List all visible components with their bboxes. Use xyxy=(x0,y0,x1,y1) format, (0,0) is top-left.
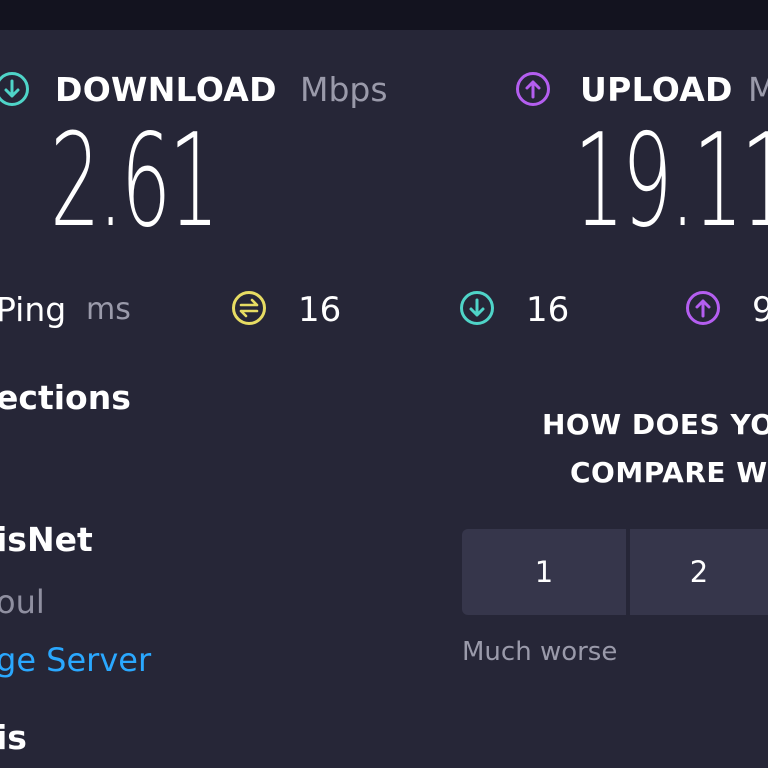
ping-download-value: 16 xyxy=(526,290,570,330)
top-bar xyxy=(0,0,768,30)
ping-idle-icon xyxy=(232,291,266,325)
download-unit: Mbps xyxy=(300,70,388,109)
upload-label: UPLOAD xyxy=(580,70,733,109)
server-location: oul xyxy=(0,583,45,621)
ping-upload-value: 9 xyxy=(752,290,768,330)
rating-caption-much-worse: Much worse xyxy=(462,637,618,667)
isp-name: isNet xyxy=(0,520,93,559)
compare-title-line2: COMPARE W xyxy=(570,456,768,489)
arrow-down-circle-icon xyxy=(0,72,29,106)
ping-idle-value: 16 xyxy=(298,290,342,330)
rating-option-2[interactable]: 2 xyxy=(630,529,768,615)
upload-speed-value: 19.11 xyxy=(574,107,768,256)
connections-label: ections xyxy=(0,378,131,417)
ping-label: Ping xyxy=(0,290,67,329)
ping-download-icon xyxy=(460,291,494,325)
download-speed-value: 2.61 xyxy=(50,107,219,256)
compare-title-line1: HOW DOES YO xyxy=(542,408,768,441)
ping-unit: ms xyxy=(86,292,131,327)
host-name: is xyxy=(0,718,27,757)
arrow-up-circle-icon xyxy=(516,72,550,106)
upload-unit: M xyxy=(748,70,768,109)
download-label: DOWNLOAD xyxy=(55,70,277,109)
speedtest-results-page: DOWNLOAD Mbps 2.61 UPLOAD M 19.11 Ping m… xyxy=(0,0,768,768)
rating-option-1[interactable]: 1 xyxy=(462,529,626,615)
ping-upload-icon xyxy=(686,291,720,325)
change-server-link[interactable]: ge Server xyxy=(0,641,151,679)
